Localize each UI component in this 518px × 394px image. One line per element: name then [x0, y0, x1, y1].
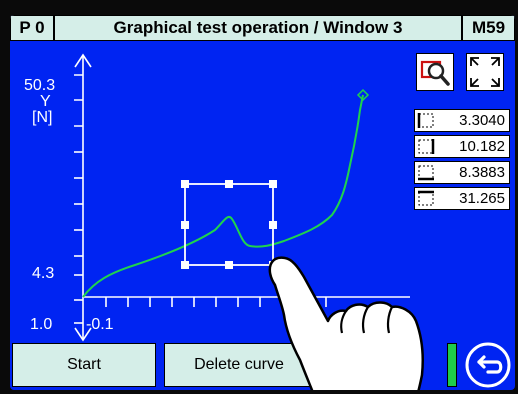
y-axis-unit: [N] [32, 109, 53, 126]
left-bound-icon [415, 110, 437, 131]
status-indicator [447, 343, 457, 387]
upper-bound-icon [415, 188, 437, 209]
value-right-text: 10.182 [459, 138, 505, 155]
selection-handle[interactable] [181, 180, 189, 188]
value-right-bound[interactable]: 10.182 [414, 135, 510, 158]
zoom-select-button[interactable] [416, 53, 454, 91]
selection-window[interactable] [181, 180, 277, 269]
force-curve [82, 94, 364, 298]
selection-handle[interactable] [269, 261, 277, 269]
value-lower-bound[interactable]: 8.3883 [414, 161, 510, 184]
right-bound-icon [415, 136, 437, 157]
fit-screen-icon [470, 57, 500, 87]
selection-handle[interactable] [181, 261, 189, 269]
selection-handle[interactable] [181, 221, 189, 229]
x-min-label: -0.1 [86, 316, 114, 333]
delete-curve-button-label: Delete curve [194, 356, 284, 373]
device-frame: P 0 Graphical test operation / Window 3 … [0, 0, 518, 394]
value-left-text: 3.3040 [459, 112, 505, 129]
selection-handle[interactable] [269, 221, 277, 229]
value-panel: 3.3040 10.182 8.3883 31.265 [414, 109, 510, 213]
back-button[interactable] [464, 341, 512, 389]
lower-bound-icon [415, 162, 437, 183]
x-axis [83, 296, 410, 307]
delete-curve-button[interactable]: Delete curve [164, 343, 314, 387]
screen: P 0 Graphical test operation / Window 3 … [10, 15, 515, 390]
value-upper-bound[interactable]: 31.265 [414, 187, 510, 210]
fit-screen-button[interactable] [466, 53, 504, 91]
start-button-label: Start [67, 356, 101, 373]
value-left-bound[interactable]: 3.3040 [414, 109, 510, 132]
back-icon [465, 342, 511, 388]
y-mid-label: 4.3 [32, 265, 55, 282]
selection-handle[interactable] [269, 180, 277, 188]
value-upper-text: 31.265 [459, 190, 505, 207]
selection-handle[interactable] [225, 180, 233, 188]
value-lower-text: 8.3883 [459, 164, 505, 181]
y-min-label: 1.0 [30, 316, 53, 333]
zoom-select-icon [420, 60, 450, 86]
start-button[interactable]: Start [12, 343, 156, 387]
selection-handle[interactable] [225, 261, 233, 269]
